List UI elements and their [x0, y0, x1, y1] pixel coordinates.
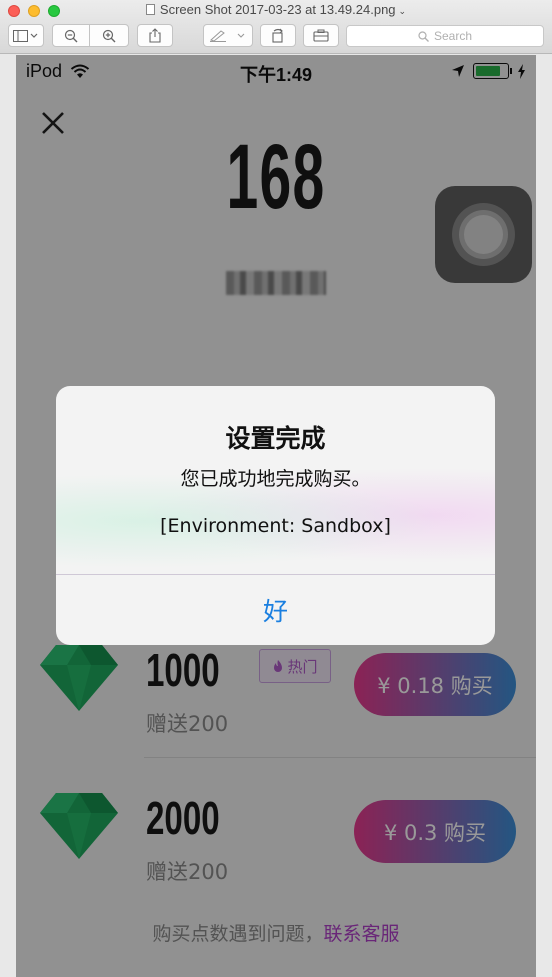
status-dim-overlay [16, 55, 536, 91]
toolbox-button[interactable] [303, 24, 339, 47]
search-placeholder: Search [433, 29, 473, 43]
preview-window-toolbar: Screen Shot 2017-03-23 at 13.49.24.png⌄ [0, 0, 552, 54]
alert-message: 您已成功地完成购买。 [180, 468, 371, 490]
markup-button[interactable] [203, 24, 253, 47]
zoom-out-icon [64, 29, 78, 42]
alert-title: 设置完成 [225, 424, 326, 453]
phone-screen: iPod 下午1:49 168 1000 赠送200 热门 ¥ 0.18 购买 … [16, 55, 536, 977]
sidebar-toggle-button[interactable] [8, 24, 44, 47]
window-title-text: Screen Shot 2017-03-23 at 13.49.24.png [159, 2, 396, 17]
search-field[interactable]: Search [346, 25, 544, 47]
toolbox-icon [313, 29, 329, 42]
rotate-button[interactable] [260, 24, 296, 47]
sidebar-icon [13, 29, 38, 42]
window-title: Screen Shot 2017-03-23 at 13.49.24.png ⌄ [0, 2, 552, 17]
document-icon [145, 4, 155, 15]
alert-environment: [Environment: Sandbox] [160, 515, 391, 537]
zoom-out-button[interactable] [52, 24, 90, 47]
share-button[interactable] [137, 24, 173, 47]
rotate-icon [272, 28, 283, 43]
search-icon [418, 30, 429, 42]
alert-ok-button[interactable]: 好 [56, 575, 495, 645]
share-icon [149, 28, 161, 43]
zoom-in-icon [102, 29, 116, 42]
pen-icon [210, 29, 245, 42]
purchase-complete-alert: 设置完成 您已成功地完成购买。 [Environment: Sandbox] 好 [56, 386, 495, 645]
zoom-in-button[interactable] [89, 24, 129, 47]
chevron-down-icon[interactable]: ⌄ [399, 6, 407, 16]
